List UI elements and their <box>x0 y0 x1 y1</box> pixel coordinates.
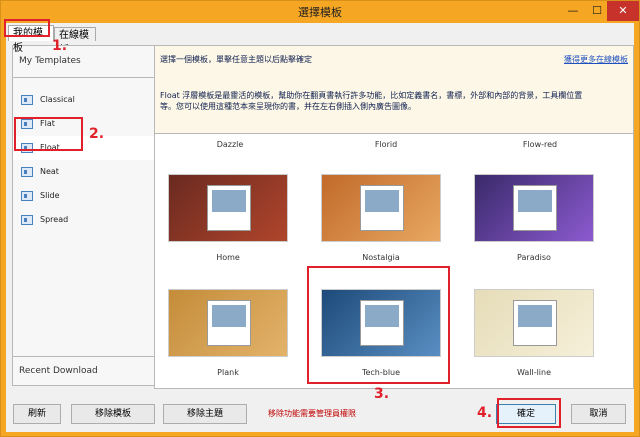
info-panel: 選擇一個模板，單擊任意主題以后點擊確定 獲得更多在線模板 Float 浮層模板是… <box>154 45 634 140</box>
template-description: Float 浮層模板是最靈活的模板，幫助你在翻頁書執行許多功能，比如定義書名，書… <box>160 91 583 111</box>
ok-button[interactable]: 確定 <box>496 404 556 424</box>
template-item-slide[interactable]: Slide <box>13 184 154 208</box>
theme-card-plank[interactable]: Plank <box>163 289 293 377</box>
step-3-label: 3. <box>374 386 390 402</box>
step-1-label: 1. <box>52 38 68 54</box>
window-title: 選擇模板 <box>298 6 342 19</box>
template-label: Float <box>40 143 60 152</box>
book-preview <box>513 185 557 231</box>
template-item-flat[interactable]: Flat <box>13 112 154 136</box>
book-preview <box>207 300 251 346</box>
maximize-icon[interactable]: ☐ <box>585 1 609 21</box>
dialog-window: 選擇模板 — ☐ ✕ 我的模板 在線模板 My Templates Classi… <box>0 0 640 437</box>
dialog-body: 我的模板 在線模板 My Templates Classical Flat Fl… <box>6 23 634 432</box>
theme-caption-florid: Florid <box>374 140 398 149</box>
step-2-label: 2. <box>89 126 105 142</box>
theme-card-home[interactable]: Home <box>163 174 293 262</box>
template-item-neat[interactable]: Neat <box>13 160 154 184</box>
book-preview <box>513 300 557 346</box>
template-icon <box>21 119 33 129</box>
template-label: Classical <box>40 95 75 104</box>
template-item-spread[interactable]: Spread <box>13 208 154 232</box>
book-preview <box>360 185 404 231</box>
title-bar[interactable]: 選擇模板 — ☐ ✕ <box>1 1 639 23</box>
theme-thumbnail[interactable] <box>168 289 288 357</box>
theme-card-paradiso[interactable]: Paradiso <box>469 174 599 262</box>
template-icon <box>21 191 33 201</box>
template-label: Flat <box>40 119 55 128</box>
template-label: Spread <box>40 215 69 224</box>
book-preview <box>360 300 404 346</box>
theme-caption: Nostalgia <box>362 253 400 262</box>
theme-caption: Paradiso <box>517 253 551 262</box>
template-icon <box>21 95 33 105</box>
cancel-button[interactable]: 取消 <box>571 404 626 424</box>
my-templates-header[interactable]: My Templates <box>13 46 154 78</box>
theme-thumbnail[interactable] <box>168 174 288 242</box>
tab-my-templates[interactable]: 我的模板 <box>8 25 54 54</box>
template-item-float[interactable]: Float <box>13 136 154 160</box>
refresh-button[interactable]: 刷新 <box>13 404 61 424</box>
theme-card-wall-line[interactable]: Wall-line <box>469 289 599 377</box>
template-label: Slide <box>40 191 60 200</box>
theme-caption-flow-red: Flow-red <box>522 140 558 149</box>
remove-theme-button[interactable]: 移除主題 <box>163 404 247 424</box>
theme-card-tech-blue[interactable]: Tech-blue <box>316 289 446 377</box>
step-4-label: 4. <box>477 405 493 421</box>
theme-card-nostalgia[interactable]: Nostalgia <box>316 174 446 262</box>
recent-download-header[interactable]: Recent Download <box>12 356 155 386</box>
more-online-templates-link[interactable]: 獲得更多在線模板 <box>564 54 628 65</box>
theme-gallery: Dazzle Florid Flow-red Home Nostalgia Para… <box>154 133 634 389</box>
theme-caption: Plank <box>217 368 239 377</box>
template-icon <box>21 167 33 177</box>
close-icon[interactable]: ✕ <box>607 1 639 21</box>
template-label: Neat <box>40 167 59 176</box>
info-instruction: 選擇一個模板，單擊任意主題以后點擊確定 <box>160 55 312 64</box>
admin-warning: 移除功能需要管理員權限 <box>268 409 356 418</box>
template-item-classical[interactable]: Classical <box>13 88 154 112</box>
minimize-icon[interactable]: — <box>561 1 585 21</box>
theme-caption: Tech-blue <box>361 368 401 377</box>
book-preview <box>207 185 251 231</box>
theme-thumbnail[interactable] <box>321 289 441 357</box>
theme-thumbnail[interactable] <box>321 174 441 242</box>
template-icon <box>21 143 33 153</box>
remove-template-button[interactable]: 移除模板 <box>71 404 155 424</box>
theme-thumbnail[interactable] <box>474 289 594 357</box>
theme-thumbnail[interactable] <box>474 174 594 242</box>
template-list-pane: My Templates Classical Flat Float Neat S… <box>12 45 155 385</box>
theme-caption: Wall-line <box>516 368 552 377</box>
theme-caption-dazzle: Dazzle <box>216 140 244 149</box>
theme-caption: Home <box>216 253 240 262</box>
template-icon <box>21 215 33 225</box>
